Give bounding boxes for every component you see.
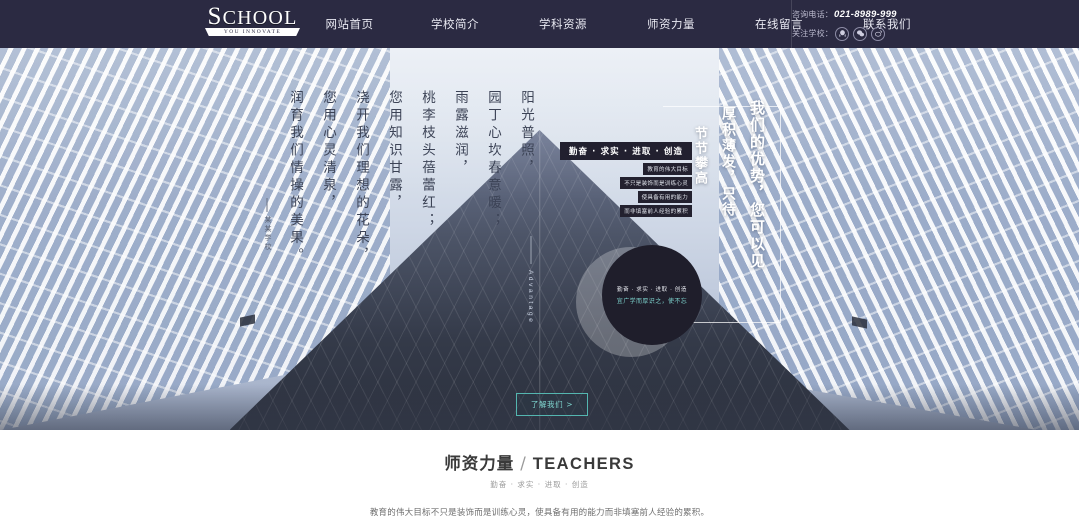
poem-line: 您用心灵清泉， xyxy=(320,90,336,213)
nav-item-resources[interactable]: 学科资源 xyxy=(523,16,603,32)
section-title: 师资力量 / TEACHERS xyxy=(0,450,1079,474)
poem-line: 桃李枝头蓓蕾红； xyxy=(419,90,435,230)
section-subtitle: 勤奋 · 求实 · 进取 · 创造 xyxy=(490,480,589,489)
poem-line: 阳光普照， xyxy=(518,90,534,178)
circle-motto-line: 勤奋 · 求实 · 进取 · 创造 xyxy=(617,287,687,293)
motto-title: 勤奋 · 求实 · 进取 · 创造 xyxy=(560,142,692,160)
motto-line: 使具备有用的能力 xyxy=(637,191,692,203)
advantage-vertical-label: Advantage xyxy=(527,270,534,325)
poem-line: 雨露滋润， xyxy=(452,90,468,178)
qq-icon[interactable] xyxy=(835,26,849,41)
follow-label: 关注学校： xyxy=(792,29,833,38)
headline-line: 我们的优势，您可以见 xyxy=(748,100,766,270)
poem-attribution: 某某学校 xyxy=(262,198,272,252)
logo-ribbon-text: YOU INNOVATE xyxy=(205,28,300,36)
nav-item-teachers[interactable]: 师资力量 xyxy=(631,16,711,32)
section-title-separator: / xyxy=(520,454,527,473)
phone-line: 咨询电话： 021-8989-999 xyxy=(792,5,896,24)
hero-motto-block: 勤奋 · 求实 · 进取 · 创造 教育的伟大目标 不只是装饰而是训练心灵 使具… xyxy=(560,142,692,217)
site-header: SCHOOL YOU INNOVATE 网站首页 学校简介 学科资源 师资力量 … xyxy=(0,0,1079,48)
headline-line: 厚积薄发，只待 xyxy=(720,106,736,218)
circle-quote-line: 宜广学而厚识之，使不忘 xyxy=(616,298,688,305)
poem-line: 您用知识甘露， xyxy=(386,90,402,213)
motto-line: 而非填塞前人经验的累积 xyxy=(620,205,692,217)
phone-label: 咨询电话： xyxy=(792,10,833,19)
weibo-icon[interactable] xyxy=(871,26,885,41)
header-contact-block: 咨询电话： 021-8989-999 关注学校： xyxy=(792,0,896,48)
hero-circle-badge: 勤奋 · 求实 · 进取 · 创造 宜广学而厚识之，使不忘 xyxy=(602,245,702,345)
motto-lines: 教育的伟大目标 不只是装饰而是训练心灵 使具备有用的能力 而非填塞前人经验的累积 xyxy=(560,163,692,217)
logo-wordmark: SCHOOL xyxy=(207,3,298,30)
hero-light-wash xyxy=(0,48,1079,430)
section-title-en: TEACHERS xyxy=(532,455,635,473)
follow-line: 关注学校： xyxy=(792,24,885,43)
section-quote: 教育的伟大目标不只是装饰而是训练心灵，使具备有用的能力而非填塞前人经验的累积。 xyxy=(369,508,710,518)
headline-line: 节节攀高 xyxy=(692,126,707,186)
poem-line: 园丁心坎春意暖； xyxy=(485,90,501,230)
phone-number: 021-8989-999 xyxy=(834,9,897,20)
poem-line: 润育我们情操的美果。 xyxy=(287,90,303,265)
hero-headline: 我们的优势，您可以见 厚积薄发，只待 节节攀高 xyxy=(690,100,768,270)
page-root: SCHOOL YOU INNOVATE 网站首页 学校简介 学科资源 师资力量 … xyxy=(0,0,1079,521)
motto-line: 不只是装饰而是训练心灵 xyxy=(620,177,692,189)
hero-vertical-poem: 阳光普照， 园丁心坎春意暖； 雨露滋润， 桃李枝头蓓蕾红； 您用知识甘露， 浇开… xyxy=(262,90,536,265)
poem-line: 浇开我们理想的花朵， xyxy=(353,90,369,265)
learn-more-button[interactable]: 了解我们 > xyxy=(516,393,588,416)
hero-background-photo xyxy=(0,48,1079,430)
hero-banner: 阳光普照， 园丁心坎春意暖； 雨露滋润， 桃李枝头蓓蕾红； 您用知识甘露， 浇开… xyxy=(0,48,1079,430)
site-logo[interactable]: SCHOOL YOU INNOVATE xyxy=(205,3,300,42)
wechat-icon[interactable] xyxy=(853,26,867,41)
social-links xyxy=(835,26,885,41)
teachers-section: 师资力量 / TEACHERS 勤奋 · 求实 · 进取 · 创造 教育的伟大目标不… xyxy=(0,430,1079,521)
nav-item-about[interactable]: 学校简介 xyxy=(415,16,495,32)
section-title-cn: 师资力量 xyxy=(444,454,515,473)
nav-item-home[interactable]: 网站首页 xyxy=(312,16,387,32)
motto-line: 教育的伟大目标 xyxy=(643,163,692,175)
